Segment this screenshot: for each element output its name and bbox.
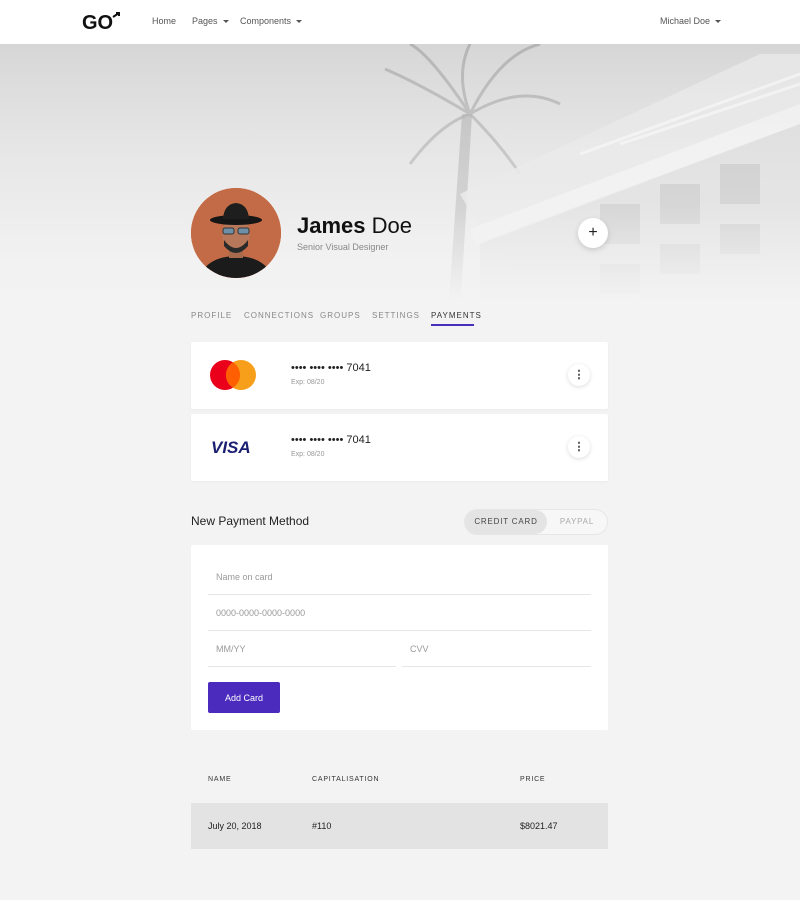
visa-brand-text: VISA <box>211 438 251 456</box>
logo-text: GO <box>82 12 113 34</box>
nav-link-pages[interactable]: Pages <box>192 16 229 26</box>
cvv-field <box>402 631 591 667</box>
avatar[interactable] <box>191 188 281 278</box>
chevron-down-icon <box>715 20 722 24</box>
tab-groups[interactable]: GROUPS <box>320 311 361 320</box>
table-header-capitalisation: CAPITALISATION <box>312 776 380 783</box>
nav-link-components[interactable]: Components <box>240 16 303 26</box>
cvv-input[interactable] <box>402 631 591 666</box>
card-options-button[interactable]: ⋮ <box>568 364 590 386</box>
new-card-form: Add Card <box>191 545 608 730</box>
user-menu-label: Michael Doe <box>660 16 711 26</box>
tab-payments[interactable]: PAYMENTS <box>431 311 482 320</box>
avatar-photo <box>191 188 281 278</box>
plus-icon: + <box>588 224 598 241</box>
toggle-credit-card[interactable]: CREDIT CARD <box>465 510 547 534</box>
expiry-input[interactable] <box>208 631 396 666</box>
table-cell-name: July 20, 2018 <box>208 821 262 831</box>
card-options-button[interactable]: ⋮ <box>568 436 590 458</box>
table-header-price: PRICE <box>520 776 546 783</box>
new-payment-method-title: New Payment Method <box>191 514 310 528</box>
payment-card-mastercard[interactable]: •••• •••• •••• 7041 Exp: 08/20 ⋮ <box>191 342 608 409</box>
profile-last-name: Doe <box>371 213 412 238</box>
card-number: •••• •••• •••• 7041 <box>291 362 371 374</box>
mastercard-icon <box>210 360 256 390</box>
expiry-field <box>208 631 396 667</box>
card-number-input[interactable] <box>208 595 591 630</box>
table-cell-price: $8021.47 <box>520 821 558 831</box>
table-header-name: NAME <box>208 776 232 783</box>
visa-icon: VISA <box>211 438 251 456</box>
add-button[interactable]: + <box>578 218 608 248</box>
tab-profile[interactable]: PROFILE <box>191 311 232 320</box>
cover-gradient-overlay <box>0 44 800 314</box>
payment-type-toggle: CREDIT CARD PAYPAL <box>464 509 608 535</box>
payment-card-visa[interactable]: VISA •••• •••• •••• 7041 Exp: 08/20 ⋮ <box>191 414 608 481</box>
tab-connections[interactable]: CONNECTIONS <box>244 311 314 320</box>
table-cell-capitalisation: #110 <box>312 821 332 831</box>
chevron-down-icon <box>222 20 229 24</box>
card-number: •••• •••• •••• 7041 <box>291 434 371 446</box>
table-row[interactable]: July 20, 2018 #110 $8021.47 <box>191 803 608 849</box>
more-vertical-icon: ⋮ <box>573 441 585 453</box>
profile-name: James Doe <box>297 213 412 239</box>
profile-first-name: James <box>297 213 366 238</box>
nav-link-pages-label: Pages <box>192 16 218 26</box>
profile-cover-image <box>0 44 800 314</box>
user-menu[interactable]: Michael Doe <box>660 16 722 26</box>
toggle-paypal[interactable]: PAYPAL <box>547 510 607 534</box>
card-expiry: Exp: 08/20 <box>291 451 325 458</box>
tab-settings[interactable]: SETTINGS <box>372 311 420 320</box>
name-on-card-field <box>208 559 591 595</box>
top-navbar: GO Home Pages Components Michael Doe <box>0 0 800 44</box>
go-logo-icon[interactable]: GO <box>82 10 122 34</box>
nav-link-home[interactable]: Home <box>152 16 176 26</box>
card-expiry: Exp: 08/20 <box>291 379 325 386</box>
profile-role: Senior Visual Designer <box>297 242 389 252</box>
more-vertical-icon: ⋮ <box>573 369 585 381</box>
card-number-field <box>208 595 591 631</box>
name-on-card-input[interactable] <box>208 559 591 594</box>
chevron-down-icon <box>296 20 303 24</box>
nav-link-components-label: Components <box>240 16 292 26</box>
add-card-button[interactable]: Add Card <box>208 682 280 713</box>
nav-link-home-label: Home <box>152 16 177 26</box>
active-tab-indicator <box>431 324 474 326</box>
